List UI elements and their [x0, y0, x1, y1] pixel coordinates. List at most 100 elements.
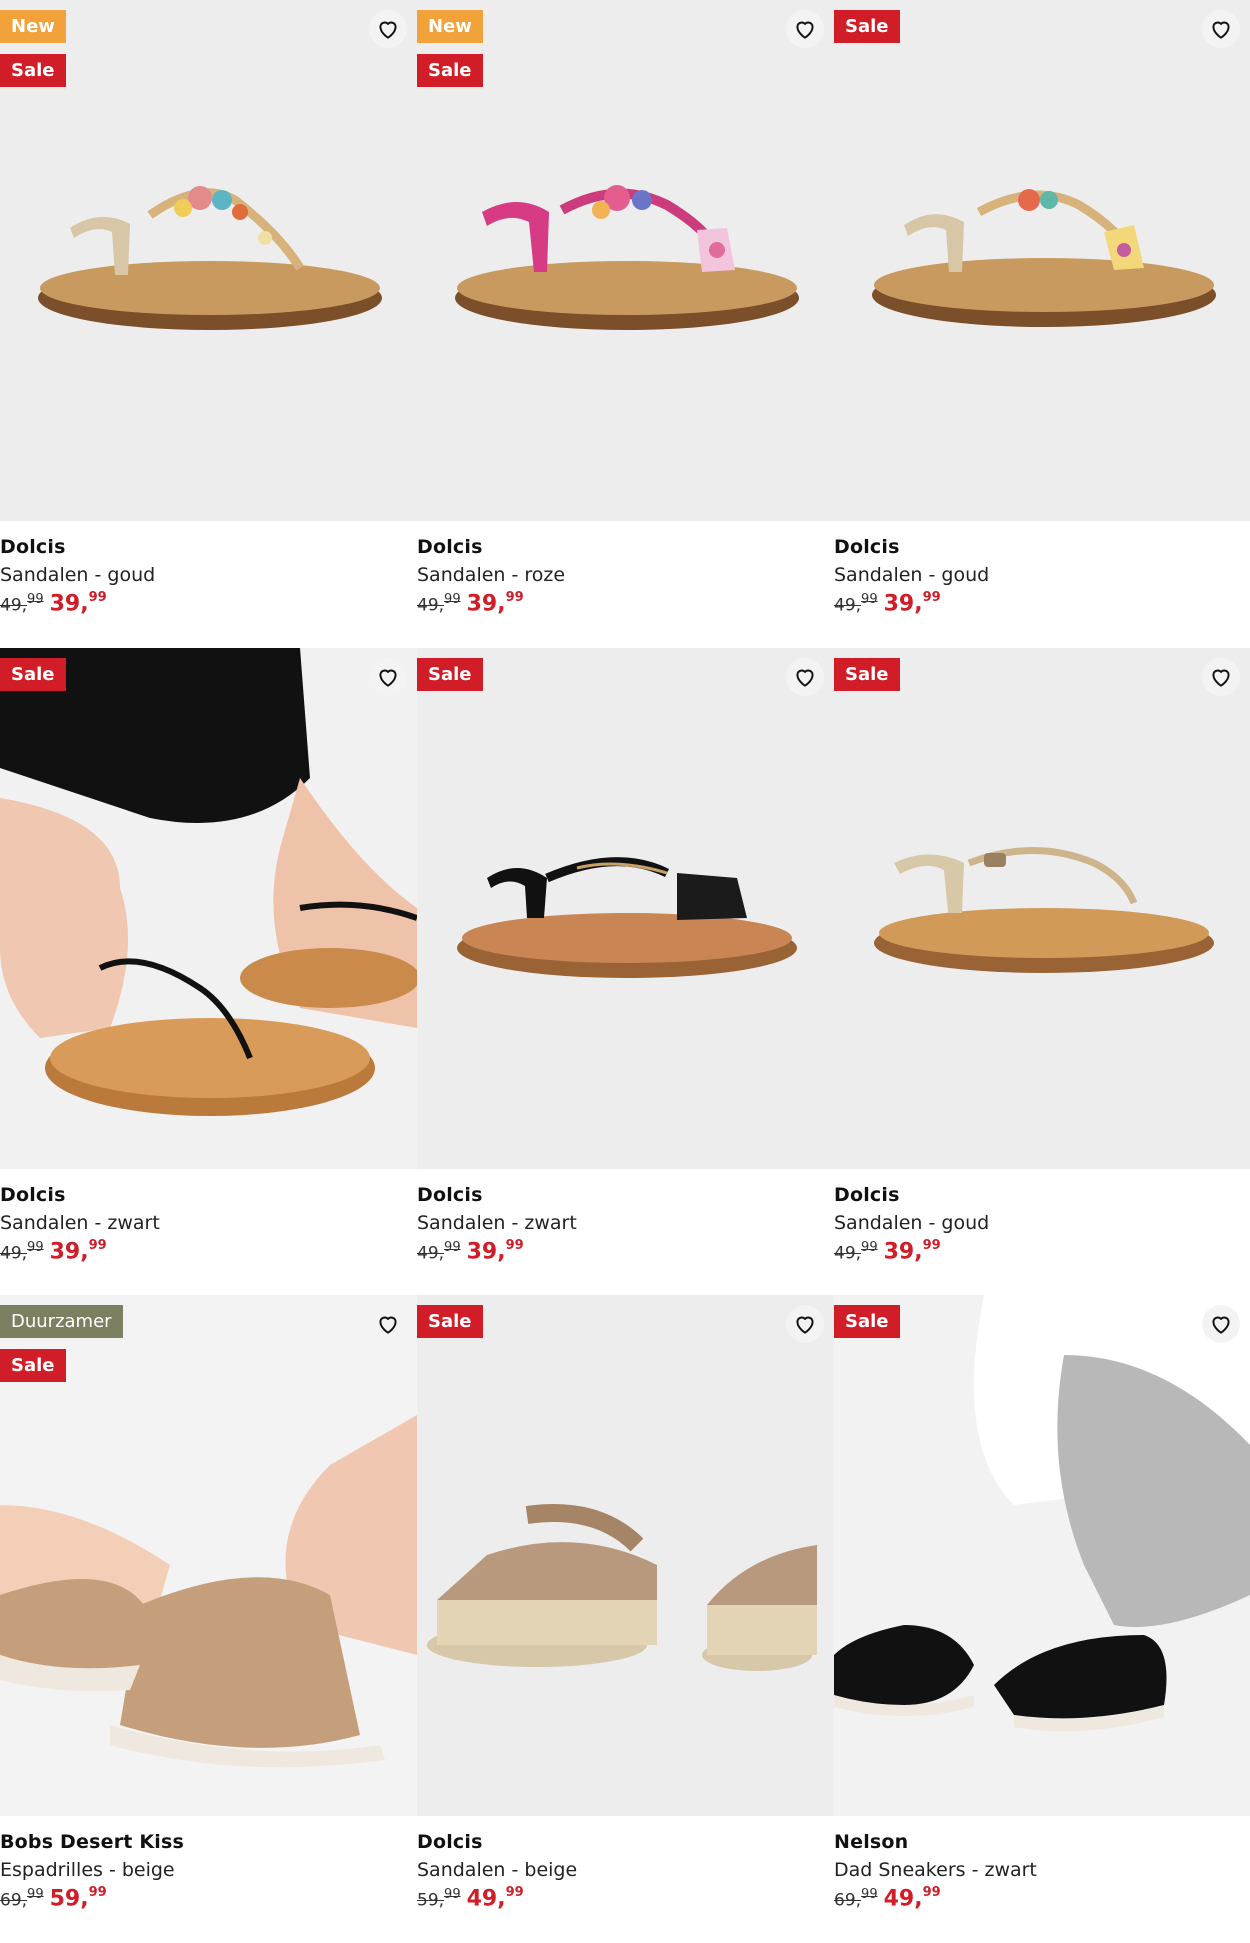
sale-badge: Sale: [834, 1305, 900, 1338]
old-price: 59,99: [417, 1886, 461, 1911]
product-card[interactable]: Sale Dolcis Sandalen - zwart 49,99 39,99: [417, 648, 834, 1295]
product-card[interactable]: Sale Dolcis Sandalen - zwart 49,99 39,99: [0, 648, 417, 1295]
sale-price: 39,99: [883, 590, 941, 617]
product-subtitle[interactable]: Sandalen - goud: [834, 561, 1250, 589]
badge-stack: Sale: [417, 1305, 483, 1338]
product-brand[interactable]: Dolcis: [417, 1181, 834, 1209]
heart-icon: [796, 21, 814, 39]
product-info: Dolcis Sandalen - beige 59,99 49,99: [417, 1828, 834, 1911]
sale-badge: Sale: [417, 54, 483, 87]
sale-badge: Sale: [0, 1349, 66, 1382]
product-card[interactable]: New Sale Dolcis Sandalen - goud 49,99 39…: [0, 0, 417, 648]
product-subtitle[interactable]: Sandalen - goud: [834, 1209, 1250, 1237]
favorite-button[interactable]: [786, 10, 824, 48]
product-brand[interactable]: Dolcis: [834, 533, 1250, 561]
old-price: 49,99: [834, 591, 878, 616]
price-row: 49,99 39,99: [417, 590, 834, 616]
badge-stack: Sale: [834, 1305, 900, 1338]
favorite-button[interactable]: [786, 658, 824, 696]
badge-stack: Duurzamer Sale: [0, 1305, 123, 1382]
heart-icon: [379, 669, 397, 687]
price-row: 49,99 39,99: [417, 1238, 834, 1264]
product-subtitle[interactable]: Sandalen - goud: [0, 561, 417, 589]
product-brand[interactable]: Dolcis: [417, 533, 834, 561]
badge-stack: Sale: [834, 10, 900, 43]
old-price: 49,99: [417, 591, 461, 616]
heart-icon: [1212, 1316, 1230, 1334]
product-card[interactable]: Sale Dolcis Sandalen - goud 49,99 39,99: [834, 0, 1250, 648]
product-brand[interactable]: Nelson: [834, 1828, 1250, 1856]
price-row: 49,99 39,99: [0, 590, 417, 616]
product-brand[interactable]: Dolcis: [417, 1828, 834, 1856]
price-row: 49,99 39,99: [834, 1238, 1250, 1265]
sale-badge: Sale: [834, 658, 900, 691]
product-brand[interactable]: Dolcis: [0, 1181, 417, 1209]
duurzamer-badge: Duurzamer: [0, 1305, 123, 1338]
product-card[interactable]: Duurzamer Sale Bobs Desert Kiss Espadril…: [0, 1295, 417, 1943]
old-price: 49,99: [0, 1239, 44, 1264]
old-price: 69,99: [834, 1886, 878, 1911]
product-card[interactable]: Sale Dolcis Sandalen - goud 49,99 39,99: [834, 648, 1250, 1295]
heart-icon: [379, 21, 397, 39]
product-card[interactable]: Sale Nelson Dad Sneakers - zwart 69,99 4…: [834, 1295, 1250, 1943]
badge-stack: New Sale: [417, 10, 483, 87]
product-subtitle[interactable]: Sandalen - beige: [417, 1856, 834, 1884]
heart-icon: [1212, 669, 1230, 687]
sandal-image: [417, 1295, 834, 1816]
sale-price: 59,99: [49, 1885, 107, 1912]
old-price: 49,99: [0, 591, 44, 616]
product-image[interactable]: [834, 1295, 1250, 1816]
favorite-button[interactable]: [1202, 1305, 1240, 1343]
product-info: Dolcis Sandalen - roze 49,99 39,99: [417, 533, 834, 616]
product-info: Dolcis Sandalen - goud 49,99 39,99: [834, 533, 1250, 616]
new-badge: New: [0, 10, 66, 43]
sandal-image: [834, 0, 1250, 521]
sale-price: 39,99: [883, 1238, 941, 1265]
sale-badge: Sale: [417, 1305, 483, 1338]
product-card[interactable]: Sale Dolcis Sandalen - beige 59,99 49,99: [417, 1295, 834, 1943]
price-row: 49,99 39,99: [0, 1238, 417, 1265]
product-subtitle[interactable]: Sandalen - zwart: [417, 1209, 834, 1237]
model-photo: [834, 1295, 1250, 1816]
product-image[interactable]: [0, 648, 417, 1169]
favorite-button[interactable]: [1202, 10, 1240, 48]
product-info: Dolcis Sandalen - goud 49,99 39,99: [0, 533, 417, 616]
product-card[interactable]: New Sale Dolcis Sandalen - roze 49,99 39…: [417, 0, 834, 648]
product-subtitle[interactable]: Espadrilles - beige: [0, 1856, 417, 1884]
favorite-button[interactable]: [369, 1305, 407, 1343]
price-row: 59,99 49,99: [417, 1885, 834, 1911]
product-brand[interactable]: Dolcis: [834, 1181, 1250, 1209]
favorite-button[interactable]: [369, 10, 407, 48]
badge-stack: Sale: [417, 658, 483, 691]
favorite-button[interactable]: [369, 658, 407, 696]
product-brand[interactable]: Bobs Desert Kiss: [0, 1828, 417, 1856]
price-row: 49,99 39,99: [834, 590, 1250, 617]
favorite-button[interactable]: [786, 1305, 824, 1343]
sale-badge: Sale: [0, 54, 66, 87]
sale-badge: Sale: [0, 658, 66, 691]
product-brand[interactable]: Dolcis: [0, 533, 417, 561]
old-price: 49,99: [417, 1239, 461, 1264]
product-info: Nelson Dad Sneakers - zwart 69,99 49,99: [834, 1828, 1250, 1911]
badge-stack: New Sale: [0, 10, 66, 87]
price-row: 69,99 59,99: [0, 1885, 417, 1912]
product-grid: New Sale Dolcis Sandalen - goud 49,99 39…: [0, 0, 1250, 1943]
badge-stack: Sale: [0, 658, 66, 691]
model-photo: [0, 648, 417, 1169]
product-subtitle[interactable]: Sandalen - zwart: [0, 1209, 417, 1237]
sale-price: 39,99: [49, 1238, 107, 1265]
product-info: Dolcis Sandalen - zwart 49,99 39,99: [417, 1181, 834, 1264]
old-price: 69,99: [0, 1886, 44, 1911]
price-row: 69,99 49,99: [834, 1885, 1250, 1911]
heart-icon: [796, 1316, 814, 1334]
product-subtitle[interactable]: Sandalen - roze: [417, 561, 834, 589]
sale-badge: Sale: [417, 658, 483, 691]
product-image[interactable]: [834, 648, 1250, 1169]
product-image[interactable]: [834, 0, 1250, 521]
favorite-button[interactable]: [1202, 658, 1240, 696]
product-info: Dolcis Sandalen - goud 49,99 39,99: [834, 1181, 1250, 1264]
badge-stack: Sale: [834, 658, 900, 691]
product-subtitle[interactable]: Dad Sneakers - zwart: [834, 1856, 1250, 1884]
product-image[interactable]: [417, 1295, 834, 1816]
product-image[interactable]: [417, 648, 834, 1169]
